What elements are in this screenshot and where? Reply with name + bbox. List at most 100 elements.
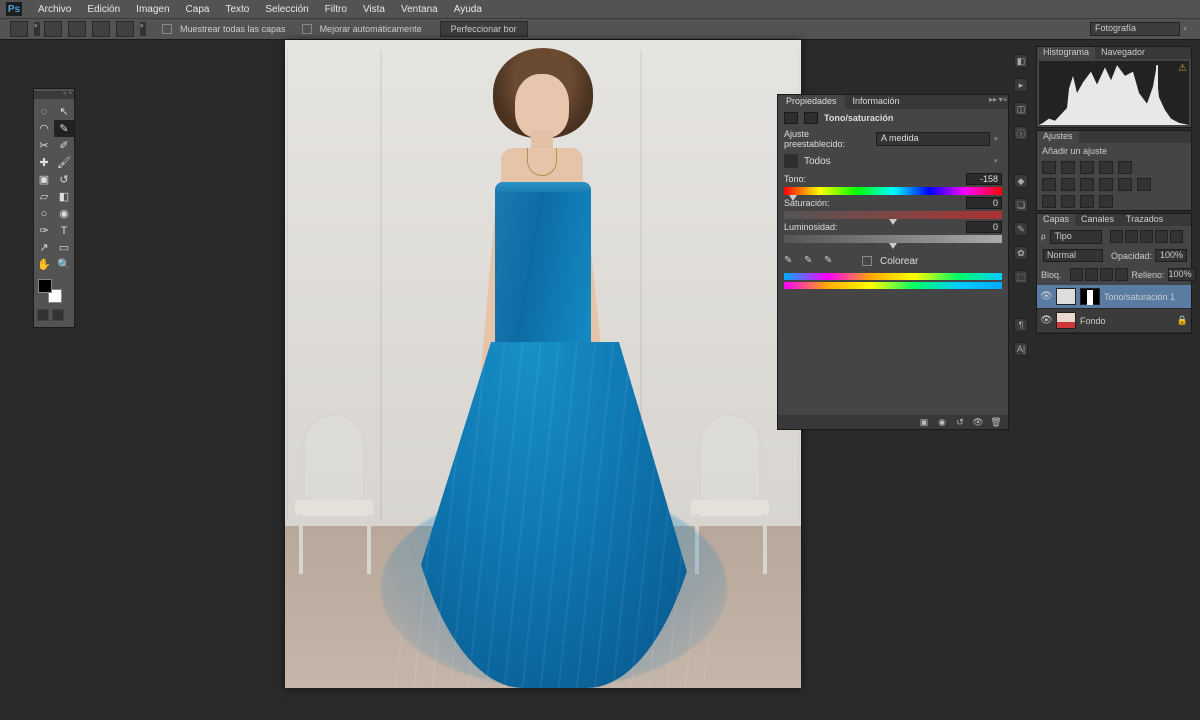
saturation-slider[interactable] bbox=[784, 211, 1002, 219]
canvas[interactable] bbox=[285, 40, 801, 688]
tool-history-brush[interactable]: ↺ bbox=[54, 171, 74, 188]
layer-name[interactable]: Fondo bbox=[1080, 316, 1106, 326]
tab-histogram[interactable]: Histograma bbox=[1037, 47, 1095, 59]
menu-edit[interactable]: Edición bbox=[79, 2, 128, 17]
tool-eraser[interactable]: ▱ bbox=[34, 188, 54, 205]
menu-image[interactable]: Imagen bbox=[128, 2, 177, 17]
blend-mode-select[interactable]: Normal bbox=[1043, 249, 1103, 262]
menu-view[interactable]: Vista bbox=[355, 2, 393, 17]
eyedropper-add-icon[interactable]: ✎ bbox=[804, 255, 816, 267]
trash-icon[interactable]: 🗑 bbox=[990, 417, 1002, 427]
adj-photo-icon[interactable] bbox=[1080, 178, 1094, 191]
eyedropper-sub-icon[interactable]: ✎ bbox=[824, 255, 836, 267]
lock-all-icon[interactable] bbox=[1115, 268, 1128, 281]
tool-lasso[interactable]: ◠ bbox=[34, 120, 54, 137]
tool-zoom[interactable]: 🔍 bbox=[54, 256, 74, 273]
layer-row-adjustment[interactable]: 👁 Tono/saturación 1 bbox=[1037, 285, 1191, 309]
reset-icon[interactable]: ↺ bbox=[954, 417, 966, 427]
workspace-select[interactable]: Fotografía bbox=[1090, 22, 1180, 36]
lightness-value[interactable]: 0 bbox=[966, 221, 1002, 233]
dock-icon-6[interactable]: ❏ bbox=[1014, 198, 1028, 212]
dock-icon-4[interactable]: ⓘ bbox=[1014, 126, 1028, 140]
opacity-value[interactable]: 100% bbox=[1155, 249, 1187, 262]
fill-value[interactable]: 100% bbox=[1168, 268, 1196, 281]
add-selection-icon[interactable] bbox=[44, 21, 62, 37]
screenmode-icon[interactable] bbox=[52, 309, 64, 321]
dock-icon-1[interactable]: ◧ bbox=[1014, 54, 1028, 68]
master-select[interactable]: Todos bbox=[804, 156, 988, 167]
tab-channels[interactable]: Canales bbox=[1075, 214, 1120, 226]
sample-all-layers-checkbox[interactable] bbox=[162, 24, 172, 34]
tool-crop[interactable]: ✂ bbox=[34, 137, 54, 154]
adj-bw-icon[interactable] bbox=[1061, 178, 1075, 191]
toggle-vis-icon[interactable]: 👁 bbox=[972, 417, 984, 427]
tool-shape[interactable]: ▭ bbox=[54, 239, 74, 256]
tool-pen[interactable]: ✑ bbox=[34, 222, 54, 239]
tool-quick-select[interactable]: ✎ bbox=[54, 120, 74, 137]
filter-adj-icon[interactable] bbox=[1125, 230, 1138, 243]
color-swatches[interactable] bbox=[38, 279, 62, 303]
layer-visibility-icon[interactable]: 👁 bbox=[1040, 315, 1052, 326]
menu-filter[interactable]: Filtro bbox=[317, 2, 355, 17]
dock-icon-9[interactable]: ⬚ bbox=[1014, 270, 1028, 284]
dock-icon-10[interactable]: ¶ bbox=[1014, 318, 1028, 332]
adj-levels-icon[interactable] bbox=[1061, 161, 1075, 174]
adj-vibrance-icon[interactable] bbox=[1118, 161, 1132, 174]
eyedropper-icon[interactable]: ✎ bbox=[784, 255, 796, 267]
tab-info[interactable]: Información bbox=[845, 95, 908, 109]
tool-dodge[interactable]: ◉ bbox=[54, 205, 74, 222]
tab-navigator[interactable]: Navegador bbox=[1095, 47, 1151, 59]
scrub-icon[interactable] bbox=[784, 154, 798, 168]
filter-type-icon[interactable] bbox=[1140, 230, 1153, 243]
layer-row-background[interactable]: 👁 Fondo 🔒 bbox=[1037, 309, 1191, 333]
tab-properties[interactable]: Propiedades bbox=[778, 95, 845, 109]
lock-trans-icon[interactable] bbox=[1070, 268, 1083, 281]
tool-hand[interactable]: ✋ bbox=[34, 256, 54, 273]
adj-hue-icon[interactable] bbox=[1042, 178, 1056, 191]
adj-brightness-icon[interactable] bbox=[1042, 161, 1056, 174]
menu-window[interactable]: Ventana bbox=[393, 2, 446, 17]
tool-eyedropper[interactable]: ✐ bbox=[54, 137, 74, 154]
layer-filter-select[interactable]: Tipo bbox=[1050, 230, 1102, 244]
tool-type[interactable]: T bbox=[54, 222, 74, 239]
tool-gradient[interactable]: ◧ bbox=[54, 188, 74, 205]
quickmask-icon[interactable] bbox=[37, 309, 49, 321]
dock-icon-11[interactable]: A| bbox=[1014, 342, 1028, 356]
saturation-value[interactable]: 0 bbox=[966, 197, 1002, 209]
tool-blur[interactable]: ○ bbox=[34, 205, 54, 222]
adj-mixer-icon[interactable] bbox=[1099, 178, 1113, 191]
lock-pos-icon[interactable] bbox=[1100, 268, 1113, 281]
tab-adjustments[interactable]: Ajustes bbox=[1037, 131, 1079, 143]
adj-exposure-icon[interactable] bbox=[1099, 161, 1113, 174]
adj-grad-icon[interactable] bbox=[1080, 195, 1094, 208]
tool-move[interactable]: ↖ bbox=[54, 103, 74, 120]
dock-icon-3[interactable]: ◫ bbox=[1014, 102, 1028, 116]
hue-value[interactable]: -158 bbox=[966, 173, 1002, 185]
adj-invert-icon[interactable] bbox=[1137, 178, 1151, 191]
filter-pixel-icon[interactable] bbox=[1110, 230, 1123, 243]
dock-icon-2[interactable]: ▸ bbox=[1014, 78, 1028, 92]
tool-marquee[interactable]: ◌ bbox=[34, 103, 54, 120]
histo-warning-icon[interactable]: ⚠ bbox=[1178, 63, 1187, 74]
tool-brush[interactable]: 🖌 bbox=[54, 154, 74, 171]
tool-stamp[interactable]: ▣ bbox=[34, 171, 54, 188]
refine-edge-button[interactable]: Perfeccionar bor bbox=[440, 21, 528, 37]
layer-mask-thumb[interactable] bbox=[1080, 288, 1100, 305]
menu-layer[interactable]: Capa bbox=[178, 2, 218, 17]
brush-size-icon[interactable] bbox=[116, 21, 134, 37]
menu-text[interactable]: Texto bbox=[217, 2, 257, 17]
intersect-selection-icon[interactable] bbox=[92, 21, 110, 37]
collapse-icon[interactable]: ▸▸ bbox=[988, 95, 998, 109]
layer-name[interactable]: Tono/saturación 1 bbox=[1104, 292, 1175, 302]
adj-lookup-icon[interactable] bbox=[1118, 178, 1132, 191]
view-prev-icon[interactable]: ◉ bbox=[936, 417, 948, 427]
hue-slider[interactable] bbox=[784, 187, 1002, 195]
clip-icon[interactable]: ▣ bbox=[918, 417, 930, 427]
subtract-selection-icon[interactable] bbox=[68, 21, 86, 37]
adj-sel-icon[interactable] bbox=[1099, 195, 1113, 208]
colorize-checkbox[interactable] bbox=[862, 256, 872, 266]
adj-post-icon[interactable] bbox=[1042, 195, 1056, 208]
menu-help[interactable]: Ayuda bbox=[446, 2, 490, 17]
tab-layers[interactable]: Capas bbox=[1037, 214, 1075, 226]
tool-path[interactable]: ↗ bbox=[34, 239, 54, 256]
